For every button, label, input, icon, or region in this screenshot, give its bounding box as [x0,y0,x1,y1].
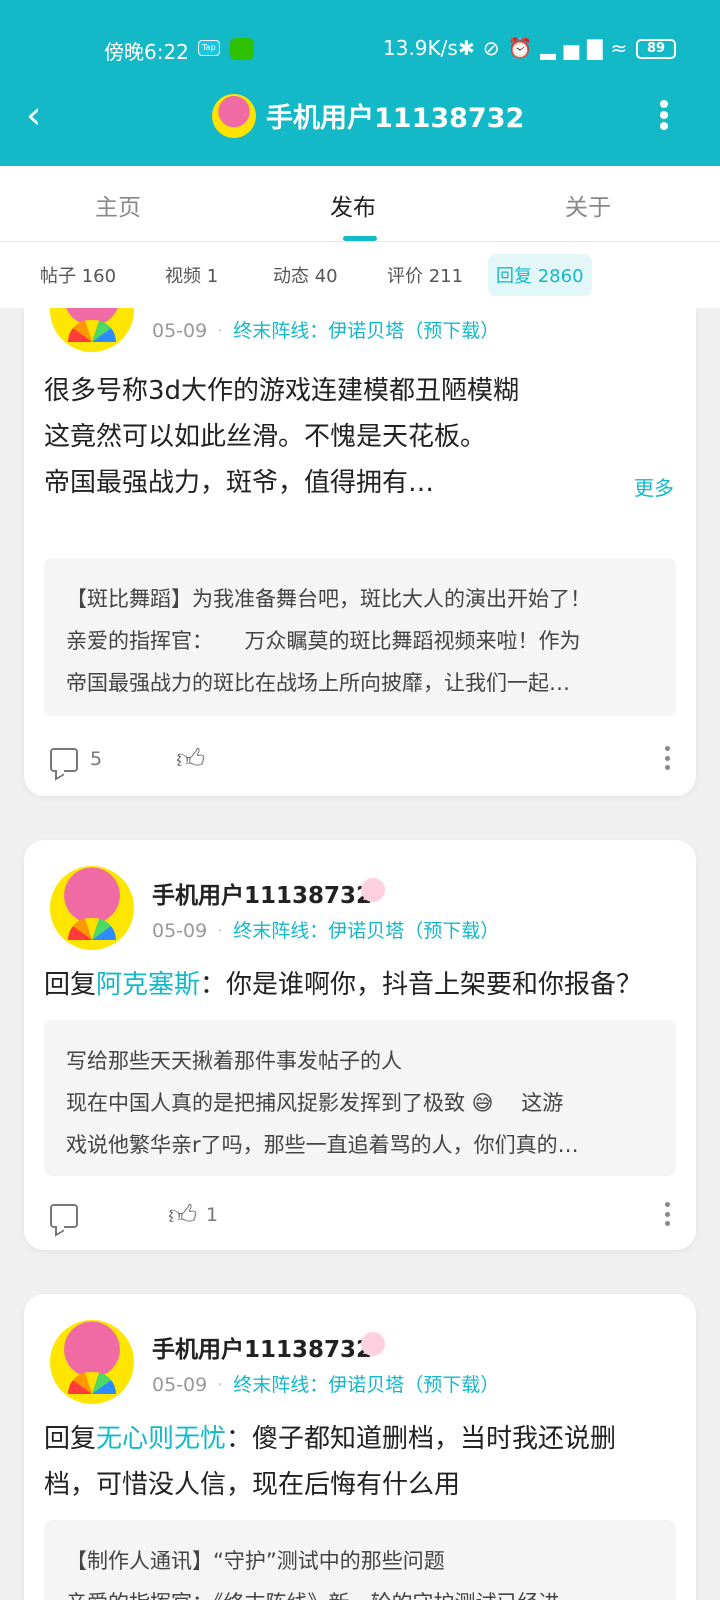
post-meta: 05-09 · 终末阵线：伊诺贝塔（预下载） [152,1370,499,1397]
avatar[interactable] [50,308,134,352]
thumbs-up-icon[interactable]: 👍︎ [176,744,205,774]
post-actions: 👍︎ 1 [50,1198,670,1238]
back-icon[interactable]: ‹ [26,96,56,134]
post-date: 05-09 [152,320,208,342]
tab-home[interactable]: 主页 [95,188,141,222]
meta-separator: · [217,920,224,942]
app-header: 傍晚6:22 Tap 13.9K/s ✱⊘⏰▂▅▇≈ 89 ‹ 手机用户1113… [0,0,720,166]
post-line: 很多号称3d大作的游戏连建模都丑陋模糊 [44,376,520,406]
reply-feed: 05-09 · 终末阵线：伊诺贝塔（预下载） 很多号称3d大作的游戏连建模都丑陋模糊… [0,308,720,1600]
subtab-threads[interactable]: 帖子 160 [40,262,116,288]
more-options-icon[interactable] [664,746,670,770]
profile-tabs: 主页 发布 关于 [0,166,720,242]
nav-bar: ‹ 手机用户11138732 [0,86,720,146]
game-link[interactable]: 终末阵线：伊诺贝塔（预下载） [233,320,499,342]
username[interactable]: 手机用户11138732 [152,1330,372,1364]
expand-more-link[interactable]: 更多 [634,472,674,501]
taptap-notification-icon: Tap [198,40,220,56]
comment-icon[interactable] [50,748,78,772]
status-time: 傍晚6:22 [104,40,189,64]
quote-line: 【斑比舞蹈】为我准备舞台吧，斑比大人的演出开始了！ [66,587,591,611]
meta-separator: · [217,1374,224,1396]
quoted-post[interactable]: 【斑比舞蹈】为我准备舞台吧，斑比大人的演出开始了！ 亲爱的指挥官： 万众瞩莫的斑… [44,558,676,716]
like-count: 1 [206,1204,219,1226]
reply-content: ：傻子都知道删档，当时我还说删 [226,1424,617,1454]
quoted-post[interactable]: 写给那些天天揪着那件事发帖子的人 现在中国人真的是把捕风捉影发挥到了极致 😅 这… [44,1020,676,1176]
list-item[interactable]: 手机用户11138732 05-09 · 终末阵线：伊诺贝塔（预下载） 回复无心则无… [24,1294,696,1600]
status-bar: 傍晚6:22 Tap 13.9K/s ✱⊘⏰▂▅▇≈ 89 [0,36,720,66]
quote-line: 戏说他繁华亲r了吗，那些一直追着骂的人，你们真的… [66,1133,579,1157]
reply-text: 回复无心则无忧：傻子都知道删档，当时我还说删 档，可惜没人信，现在后悔有什么用 [44,1416,674,1508]
post-date: 05-09 [152,920,208,942]
avatar[interactable] [50,1320,134,1404]
tab-indicator [343,236,377,241]
user-badge-icon [361,878,385,902]
list-item[interactable]: 05-09 · 终末阵线：伊诺贝塔（预下载） 很多号称3d大作的游戏连建模都丑陋模糊… [24,308,696,796]
post-line: 这竟然可以如此丝滑。不愧是天花板。 [44,422,487,452]
wechat-notification-icon [230,38,254,60]
more-options-icon[interactable] [664,1202,670,1226]
quote-line: 帝国最强战力的斑比在战场上所向披靡，让我们一起… [66,671,570,695]
comment-icon[interactable] [50,1204,78,1228]
page-title: 手机用户11138732 [266,103,525,134]
thumbs-up-icon[interactable]: 👍︎ [168,1200,197,1230]
post-date: 05-09 [152,1374,208,1396]
reply-target-link[interactable]: 无心则无忧 [96,1424,226,1454]
network-speed: 13.9K/s [383,36,458,60]
game-link[interactable]: 终末阵线：伊诺贝塔（预下载） [233,920,499,942]
system-status-icons: ✱⊘⏰▂▅▇≈ [458,36,636,60]
subtab-videos[interactable]: 视频 1 [165,262,218,288]
quote-line: 亲爱的指挥官： 万众瞩莫的斑比舞蹈视频来啦！作为 [66,629,581,653]
avatar[interactable] [50,866,134,950]
list-item[interactable]: 手机用户11138732 05-09 · 终末阵线：伊诺贝塔（预下载） 回复阿克塞斯… [24,840,696,1250]
content-filter-tabs: 帖子 160 视频 1 动态 40 评价 211 回复 2860 [0,242,720,308]
post-meta: 05-09 · 终末阵线：伊诺贝塔（预下载） [152,316,499,343]
meta-separator: · [217,320,224,342]
battery-icon: 89 [636,39,676,59]
quote-line: 亲爱的指挥官：《终末阵线》新一轮的守护测试已经进 [66,1582,654,1600]
reply-prefix: 回复 [44,970,97,1000]
post-meta: 05-09 · 终末阵线：伊诺贝塔（预下载） [152,916,499,943]
post-body: 很多号称3d大作的游戏连建模都丑陋模糊 这竟然可以如此丝滑。不愧是天花板。 帝国… [44,368,674,506]
quoted-post[interactable]: 【制作人通讯】“守护”测试中的那些问题 亲爱的指挥官：《终末阵线》新一轮的守护测… [44,1520,676,1600]
reply-target-link[interactable]: 阿克塞斯 [96,970,200,1000]
quote-line: 现在中国人真的是把捕风捉影发挥到了极致 😅 这游 [66,1091,564,1115]
reply-prefix: 回复 [44,1424,97,1454]
reply-text: 回复阿克塞斯：你是谁啊你，抖音上架要和你报备？ [44,962,674,1008]
user-badge-icon [361,1332,385,1356]
quote-line: 【制作人通讯】“守护”测试中的那些问题 [66,1549,445,1573]
avatar[interactable] [212,94,256,138]
comment-count: 5 [90,748,103,770]
reply-content: 档，可惜没人信，现在后悔有什么用 [44,1470,461,1500]
more-vertical-icon[interactable] [660,100,668,130]
tab-about[interactable]: 关于 [565,188,611,222]
game-link[interactable]: 终末阵线：伊诺贝塔（预下载） [233,1374,499,1396]
post-line: 帝国最强战力，斑爷，值得拥有… [44,468,435,498]
subtab-reviews[interactable]: 评价 211 [387,262,463,288]
subtab-replies[interactable]: 回复 2860 [488,254,592,296]
tab-posts[interactable]: 发布 [330,188,376,222]
post-actions: 5 👍︎ [50,742,670,782]
username[interactable]: 手机用户11138732 [152,876,372,910]
quote-line: 写给那些天天揪着那件事发帖子的人 [66,1049,402,1073]
subtab-moments[interactable]: 动态 40 [273,262,338,288]
reply-content: ：你是谁啊你，抖音上架要和你报备？ [200,970,643,1000]
